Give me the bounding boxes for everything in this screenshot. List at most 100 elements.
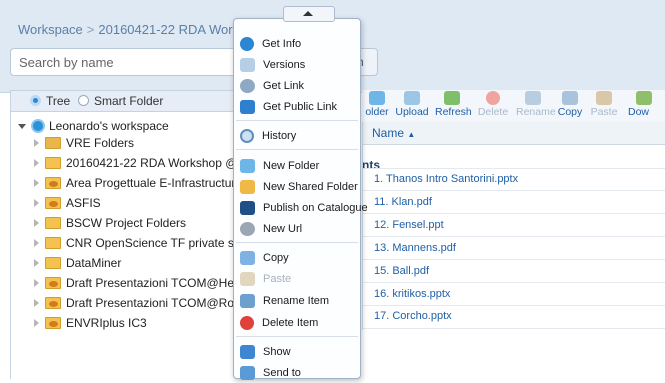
toolbar-label: older [365, 106, 389, 118]
menu-item-label: Paste [263, 273, 292, 285]
menu-separator [236, 242, 358, 243]
search-input[interactable] [10, 48, 238, 76]
expand-icon[interactable] [34, 239, 39, 247]
tree-item-label: DataMiner [66, 256, 122, 270]
menu-item-publish-on-catalogue[interactable]: Publish on Catalogue [240, 198, 368, 218]
column-name-label: Name [372, 126, 405, 140]
expand-icon[interactable] [34, 279, 39, 287]
file-name[interactable]: 15. Ball.pdf [374, 265, 429, 277]
paste-icon [240, 272, 255, 286]
delete-button[interactable]: Delete [476, 91, 510, 118]
tree-radio[interactable] [30, 95, 41, 106]
file-name[interactable]: 12. Fensel.ppt [374, 219, 444, 231]
tree-item-vre-folders[interactable]: VRE Folders [34, 133, 134, 153]
breadcrumb-root[interactable]: Workspace [18, 22, 83, 37]
menu-item-get-public-link[interactable]: Get Public Link [240, 97, 358, 117]
new-shared-folder-icon [240, 180, 255, 194]
expand-icon[interactable] [34, 199, 39, 207]
expand-icon[interactable] [34, 259, 39, 267]
menu-item-rename-item[interactable]: Rename Item [240, 291, 358, 311]
smart-folder-radio-label: Smart Folder [94, 94, 164, 108]
menu-separator [236, 336, 358, 337]
new-folder-icon [240, 159, 255, 173]
menu-item-new-folder[interactable]: New Folder [240, 156, 358, 176]
refresh-button[interactable]: Refresh [435, 91, 472, 118]
tree-item-label: VRE Folders [66, 136, 135, 150]
menu-item-label: Copy [263, 252, 289, 264]
menu-item-copy[interactable]: Copy [240, 248, 358, 268]
menu-item-versions[interactable]: Versions [240, 55, 358, 75]
breadcrumb: Workspace >20160421-22 RDA Workshop [18, 22, 267, 37]
file-name[interactable]: 1. Thanos Intro Santorini.pptx [374, 173, 518, 185]
catalogue-icon [240, 201, 255, 215]
menu-item-send-to[interactable]: Send to [240, 363, 358, 383]
show-icon [240, 345, 255, 359]
upload-button[interactable]: Upload [395, 91, 429, 118]
tree-item-asfis[interactable]: ASFIS [34, 193, 101, 213]
menu-item-label: History [262, 130, 297, 142]
delete-icon [240, 316, 254, 330]
expand-icon[interactable] [34, 159, 39, 167]
menu-item-label: Get Link [263, 80, 304, 92]
toolbar-label: Paste [590, 106, 618, 118]
download-button[interactable]: Dow [628, 91, 665, 118]
menu-item-new-url[interactable]: New Url [240, 219, 358, 239]
shared-folder-icon [45, 317, 61, 329]
paste-icon [596, 91, 612, 105]
menu-item-get-info[interactable]: Get Info [240, 34, 358, 54]
file-name[interactable]: 17. Corcho.pptx [374, 310, 452, 322]
tree-radio-label: Tree [46, 94, 71, 108]
public-link-icon [240, 100, 255, 114]
file-name[interactable]: 11. Klan.pdf [374, 196, 432, 208]
menu-item-label: Delete Item [262, 317, 319, 329]
expand-icon[interactable] [34, 319, 39, 327]
paste-button[interactable]: Paste [587, 91, 621, 118]
tree-item-cnr-openscience[interactable]: CNR OpenScience TF private spaces [34, 233, 266, 253]
new-folder-button[interactable]: older [360, 91, 394, 118]
info-icon [240, 37, 254, 51]
menu-item-delete-item[interactable]: Delete Item [240, 313, 358, 333]
tree-root-label: Leonardo's workspace [49, 119, 169, 133]
url-icon [240, 222, 255, 236]
menu-item-get-link[interactable]: Get Link [240, 76, 358, 96]
tree-item-bscw[interactable]: BSCW Project Folders [34, 213, 186, 233]
toolbar-label: Refresh [435, 106, 472, 118]
panel-divider [362, 122, 363, 330]
toolbar-label: Dow [628, 106, 650, 118]
smart-folder-radio[interactable] [78, 95, 89, 106]
menu-item-paste[interactable]: Paste [240, 269, 358, 289]
toolbar-label: Copy [557, 106, 583, 118]
tree-item-label: ASFIS [66, 196, 101, 210]
folder-icon [45, 157, 61, 169]
menu-item-show[interactable]: Show [240, 342, 358, 362]
toolbar-label: Delete [477, 106, 509, 118]
menu-item-label: Publish on Catalogue [263, 202, 368, 214]
download-icon [636, 91, 652, 105]
file-name[interactable]: 16. kritikos.pptx [374, 288, 450, 300]
expand-icon[interactable] [34, 139, 39, 147]
rename-button[interactable]: Rename [516, 91, 556, 118]
column-name-header[interactable]: Name ▲ [372, 126, 415, 140]
scroll-up-icon [303, 11, 313, 16]
expand-icon[interactable] [34, 219, 39, 227]
tree-item-label: ENVRIplus IC3 [66, 316, 147, 330]
tree-item-dataminer[interactable]: DataMiner [34, 253, 121, 273]
expand-icon[interactable] [34, 179, 39, 187]
toolbar-label: Upload [395, 106, 429, 118]
versions-icon [240, 58, 255, 72]
expand-icon[interactable] [34, 299, 39, 307]
menu-separator [236, 120, 358, 121]
tree-item-envriplus[interactable]: ENVRIplus IC3 [34, 313, 147, 333]
menu-separator [236, 149, 358, 150]
menu-item-history[interactable]: History [240, 126, 358, 146]
menu-item-label: Rename Item [263, 295, 330, 307]
folder-icon [45, 217, 61, 229]
menu-item-label: New Url [263, 223, 303, 235]
user-icon [31, 119, 45, 133]
copy-button[interactable]: Copy [553, 91, 587, 118]
file-name[interactable]: 13. Mannens.pdf [374, 242, 456, 254]
menu-item-new-shared-folder[interactable]: New Shared Folder [240, 177, 358, 197]
tree-item-area-progettuale[interactable]: Area Progettuale E-Infrastructures [34, 173, 248, 193]
toolbar-label: Rename [516, 106, 556, 118]
collapse-icon[interactable] [18, 123, 26, 129]
